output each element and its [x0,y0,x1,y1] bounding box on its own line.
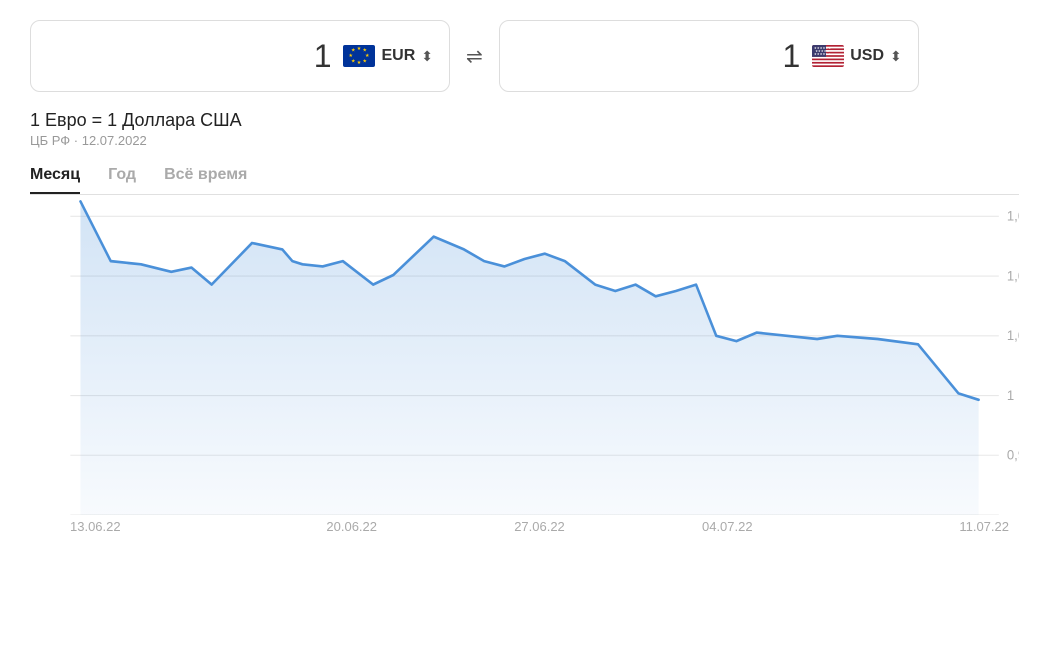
x-label-4: 11.07.22 [821,519,1019,534]
tab-month[interactable]: Месяц [30,166,80,194]
tab-alltime[interactable]: Всё время [164,166,247,194]
svg-text:★: ★ [351,58,356,64]
x-label-3: 04.07.22 [633,519,821,534]
to-currency-code: USD [850,47,884,65]
from-currency-code: EUR [381,47,415,65]
tabs-row: Месяц Год Всё время [30,166,1019,195]
rate-source-text: ЦБ РФ · 12.07.2022 [30,133,1019,148]
svg-text:★: ★ [349,53,354,59]
svg-text:1: 1 [1007,387,1014,402]
rate-main-text: 1 Евро = 1 Доллара США [30,110,1019,131]
chart-area: 1,06 1,04 1,02 1 0,98 [30,195,1019,515]
converter-row: 1 ★ ★ ★ ★ ★ ★ ★ ★ EUR ⬍ [30,20,1019,92]
svg-text:1,02: 1,02 [1007,328,1019,343]
tab-year[interactable]: Год [108,166,136,194]
svg-text:★★★★★★: ★★★★★★ [814,52,831,56]
from-currency-chevron[interactable]: ⬍ [421,48,433,65]
eur-flag-icon: ★ ★ ★ ★ ★ ★ ★ ★ [343,45,375,67]
to-currency-selector[interactable]: ★★★★★★ ★★★★★ ★★★★★★ USD ⬍ [812,45,902,67]
svg-text:★: ★ [357,46,362,52]
x-label-2: 27.06.22 [446,519,634,534]
svg-text:1,04: 1,04 [1007,268,1019,283]
svg-text:★: ★ [357,60,362,66]
to-currency-chevron[interactable]: ⬍ [890,48,902,65]
svg-text:1,06: 1,06 [1007,208,1019,223]
chart-fill [80,201,978,515]
svg-text:★: ★ [351,48,356,54]
rate-info: 1 Евро = 1 Доллара США ЦБ РФ · 12.07.202… [30,110,1019,148]
svg-text:★: ★ [363,58,368,64]
x-label-1: 20.06.22 [258,519,446,534]
to-currency-box[interactable]: 1 ★★★★★★ ★★★★★ ★★★★★★ USD ⬍ [499,20,919,92]
from-amount: 1 [47,38,331,75]
chart-x-labels: 13.06.22 20.06.22 27.06.22 04.07.22 11.0… [30,515,1019,534]
svg-text:0,98: 0,98 [1007,447,1019,462]
to-amount: 1 [516,38,800,75]
swap-button[interactable]: ⇌ [462,44,487,69]
x-label-0: 13.06.22 [30,519,258,534]
from-currency-selector[interactable]: ★ ★ ★ ★ ★ ★ ★ ★ EUR ⬍ [343,45,433,67]
from-currency-box[interactable]: 1 ★ ★ ★ ★ ★ ★ ★ ★ EUR ⬍ [30,20,450,92]
usd-flag-icon: ★★★★★★ ★★★★★ ★★★★★★ [812,45,844,67]
chart-svg: 1,06 1,04 1,02 1 0,98 [30,195,1019,515]
